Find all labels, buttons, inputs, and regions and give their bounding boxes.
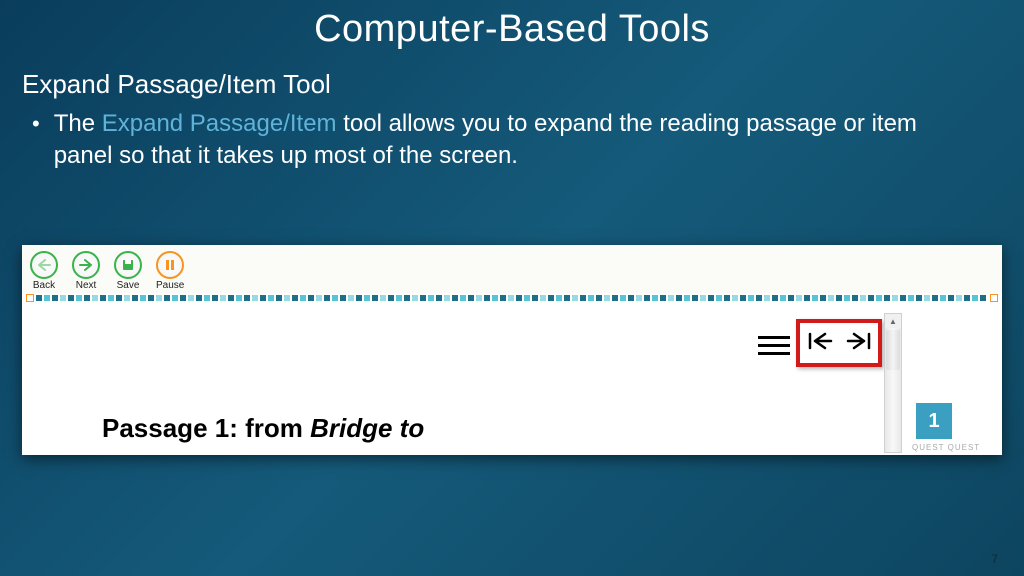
app-toolbar: Back Next Save Pause xyxy=(22,245,1002,293)
back-arrow-icon xyxy=(30,251,58,279)
expand-tool-highlight xyxy=(796,319,882,367)
question-number-badge[interactable]: 1 xyxy=(916,403,952,439)
next-arrow-icon xyxy=(72,251,100,279)
progress-end-cap xyxy=(990,294,998,302)
menu-icon[interactable] xyxy=(758,331,790,359)
pause-icon xyxy=(156,251,184,279)
question-tabs: QUEST QUEST xyxy=(910,439,1002,452)
back-button[interactable]: Back xyxy=(30,251,58,291)
scroll-thumb[interactable] xyxy=(886,330,900,370)
progress-bar xyxy=(22,293,1002,303)
embedded-screenshot: Back Next Save Pause xyxy=(22,245,1002,455)
section-subtitle: Expand Passage/Item Tool xyxy=(0,51,1024,100)
pause-button[interactable]: Pause xyxy=(156,251,184,291)
question-panel: 1 QUEST QUEST xyxy=(910,313,1002,453)
slide-page-number: 7 xyxy=(991,552,998,566)
bullet-item: • The Expand Passage/Item tool allows yo… xyxy=(0,100,1024,172)
passage-title-italic: Bridge to xyxy=(310,413,424,443)
collapse-left-icon[interactable] xyxy=(807,331,833,356)
slide-title: Computer-Based Tools xyxy=(0,0,1024,51)
save-label: Save xyxy=(117,280,140,291)
progress-start-cap xyxy=(26,294,34,302)
passage-title-pre: Passage 1: from xyxy=(102,413,310,443)
vertical-scrollbar[interactable]: ▲ xyxy=(884,313,902,453)
progress-segments xyxy=(36,295,988,301)
passage-title: Passage 1: from Bridge to xyxy=(102,413,424,444)
expand-right-icon[interactable] xyxy=(846,331,872,356)
bullet-marker: • xyxy=(32,108,54,140)
pause-label: Pause xyxy=(156,280,184,291)
save-disk-icon xyxy=(114,251,142,279)
next-button[interactable]: Next xyxy=(72,251,100,291)
save-button[interactable]: Save xyxy=(114,251,142,291)
bullet-text: The Expand Passage/Item tool allows you … xyxy=(54,108,944,172)
scroll-up-icon[interactable]: ▲ xyxy=(885,314,901,328)
next-label: Next xyxy=(76,280,97,291)
bullet-text-pre: The xyxy=(54,110,102,137)
tool-name-accent: Expand Passage/Item xyxy=(102,110,337,137)
back-label: Back xyxy=(33,280,55,291)
content-area: ▲ 1 QUEST QUEST Passage 1: from Bridge t… xyxy=(22,303,1002,453)
